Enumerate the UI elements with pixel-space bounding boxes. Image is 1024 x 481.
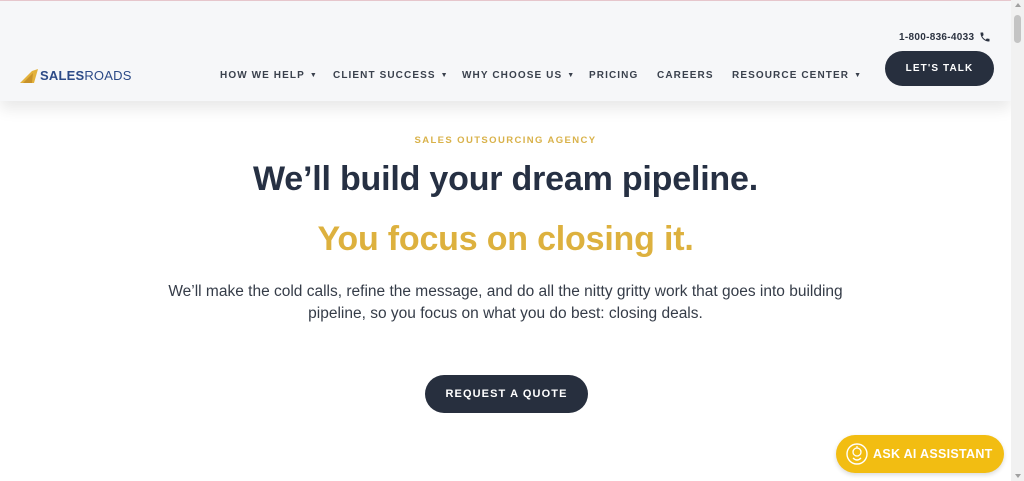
caret-down-icon: ▼ [309, 72, 318, 79]
nav-why-choose-us[interactable]: WHY CHOOSE US ▼ [462, 70, 575, 81]
hero-lead-line-1: We’ll make the cold calls, refine the me… [168, 283, 843, 300]
scroll-down-arrow-icon[interactable] [1015, 474, 1021, 478]
phone-icon [980, 32, 990, 42]
phone-number: 1-800-836-4033 [899, 31, 975, 43]
caret-down-icon: ▼ [854, 72, 863, 79]
hero-lead: We’ll make the cold calls, refine the me… [150, 281, 861, 325]
logo-text: SALESROADS [40, 68, 132, 83]
hero-subheadline: You focus on closing it. [317, 220, 694, 258]
lets-talk-button[interactable]: LET'S TALK [885, 51, 994, 86]
nav-resource-center[interactable]: RESOURCE CENTER ▼ [732, 70, 862, 81]
site-header: SALESROADS 1-800-836-4033 HOW WE HELP ▼ C… [0, 1, 1011, 101]
request-quote-button[interactable]: REQUEST A QUOTE [425, 375, 588, 413]
hero-headline: We’ll build your dream pipeline. [253, 160, 758, 198]
scrollbar-thumb[interactable] [1014, 15, 1021, 43]
hero-eyebrow: SALES OUTSOURCING AGENCY [414, 135, 597, 146]
nav-pricing[interactable]: PRICING [589, 70, 638, 81]
vertical-scrollbar[interactable] [1011, 0, 1024, 481]
ask-ai-assistant-label: ASK AI ASSISTANT [873, 447, 993, 461]
caret-down-icon: ▼ [440, 72, 449, 79]
hero-lead-line-2: pipeline, so you focus on what you do be… [308, 305, 703, 322]
logo-mark-icon [20, 68, 38, 83]
caret-down-icon: ▼ [567, 72, 576, 79]
scroll-up-arrow-icon[interactable] [1015, 3, 1021, 7]
ai-assistant-icon [846, 443, 868, 465]
phone-link[interactable]: 1-800-836-4033 [899, 31, 991, 43]
nav-careers[interactable]: CAREERS [657, 70, 714, 81]
nav-how-we-help[interactable]: HOW WE HELP ▼ [220, 70, 318, 81]
ask-ai-assistant-button[interactable]: ASK AI ASSISTANT [836, 435, 1004, 473]
salesroads-logo[interactable]: SALESROADS [20, 68, 132, 83]
nav-client-success[interactable]: CLIENT SUCCESS ▼ [333, 70, 449, 81]
